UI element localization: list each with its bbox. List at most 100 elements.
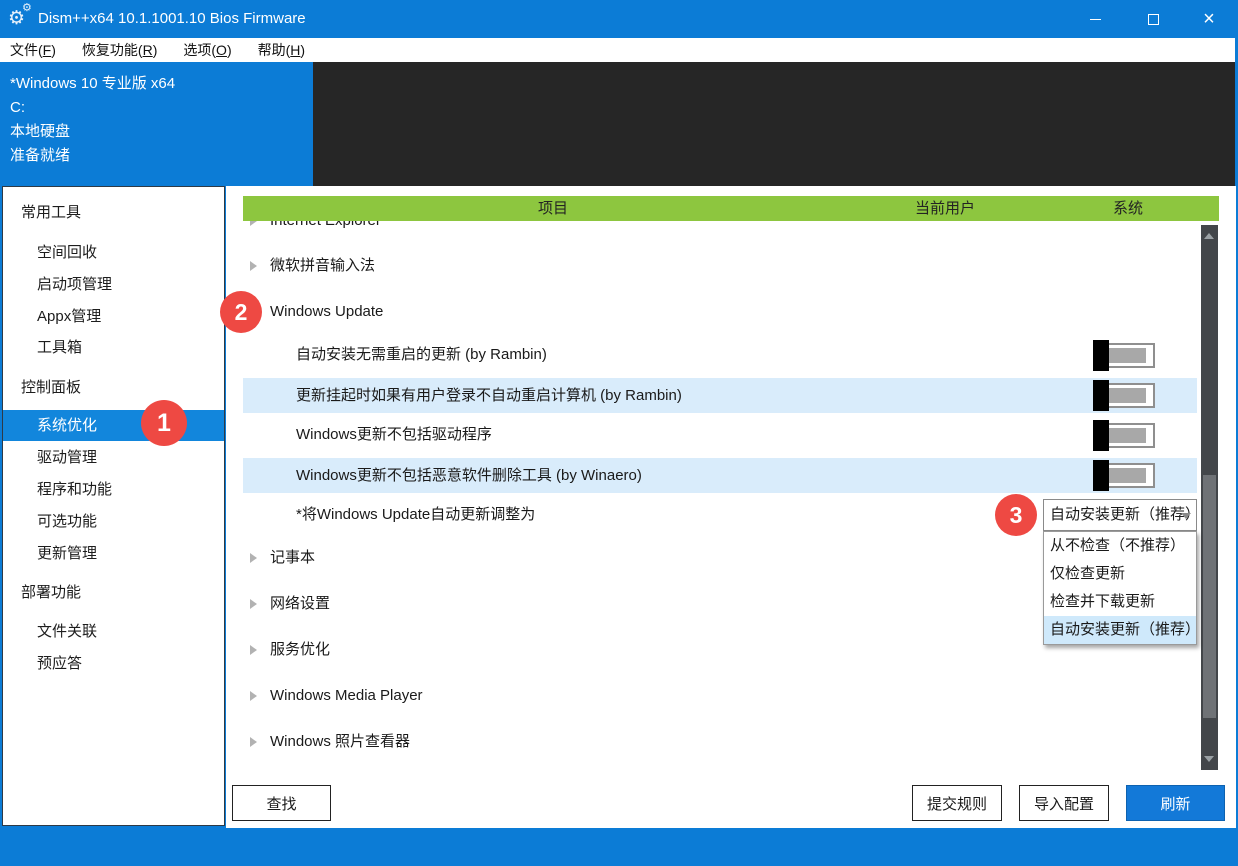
group-label: 服务优化 bbox=[270, 632, 330, 668]
expander-icon[interactable] bbox=[250, 737, 257, 747]
setting-row-update-mode[interactable]: *将Windows Update自动更新调整为 自动安装更新（推荐） bbox=[243, 497, 1197, 533]
drive-letter-label: C: bbox=[10, 96, 313, 120]
menu-accel: H bbox=[290, 42, 300, 58]
toggle-switch-off[interactable] bbox=[1093, 383, 1155, 408]
chevron-down-icon bbox=[1181, 513, 1191, 519]
toggle-knob bbox=[1093, 460, 1109, 491]
expander-icon[interactable] bbox=[250, 261, 257, 271]
expander-icon[interactable] bbox=[250, 645, 257, 655]
sidebar-item-startup-manager[interactable]: 启动项管理 bbox=[3, 271, 224, 299]
annotation-badge-1: 1 bbox=[141, 400, 187, 446]
group-label: Windows Media Player bbox=[270, 678, 423, 714]
menu-label: ) bbox=[300, 42, 305, 58]
column-header: 项目 当前用户 系统 bbox=[243, 196, 1219, 221]
session-status-label: 准备就绪 bbox=[10, 144, 313, 168]
drive-type-label: 本地硬盘 bbox=[10, 120, 313, 144]
toggle-knob bbox=[1093, 380, 1109, 411]
scroll-up-icon[interactable] bbox=[1204, 233, 1214, 239]
menu-label: ) bbox=[51, 42, 56, 58]
sidebar-item-unattend[interactable]: 预应答 bbox=[3, 650, 224, 678]
app-logo-icon: ⚙ ⚙ bbox=[8, 4, 36, 34]
expander-icon[interactable] bbox=[250, 691, 257, 701]
menu-label: ) bbox=[227, 42, 232, 58]
setting-label: Windows更新不包括驱动程序 bbox=[296, 417, 492, 453]
session-strip-background bbox=[313, 62, 1235, 186]
update-mode-combobox[interactable]: 自动安装更新（推荐） bbox=[1043, 499, 1197, 531]
sidebar-item-system-optimization[interactable]: 系统优化 bbox=[3, 410, 224, 441]
toggle-switch-off[interactable] bbox=[1093, 463, 1155, 488]
setting-row[interactable]: 自动安装无需重启的更新 (by Rambin) bbox=[243, 337, 1197, 373]
setting-label: 自动安装无需重启的更新 (by Rambin) bbox=[296, 337, 547, 373]
group-label: Windows 照片查看器 bbox=[270, 724, 410, 760]
minimize-icon bbox=[1090, 19, 1101, 20]
sidebar-item-appx-manager[interactable]: Appx管理 bbox=[3, 303, 224, 331]
maximize-button[interactable] bbox=[1130, 0, 1176, 38]
menu-label: ) bbox=[153, 42, 158, 58]
close-button[interactable]: × bbox=[1186, 0, 1232, 38]
sidebar: 常用工具 空间回收 启动项管理 Appx管理 工具箱 控制面板 系统优化 驱动管… bbox=[2, 186, 225, 826]
maximize-icon bbox=[1148, 14, 1159, 25]
dropdown-option-never-check[interactable]: 从不检查（不推荐） bbox=[1044, 532, 1196, 560]
menu-accel: O bbox=[216, 42, 227, 58]
sidebar-item-space-reclaim[interactable]: 空间回收 bbox=[3, 239, 224, 267]
column-system: 系统 bbox=[1113, 196, 1143, 221]
footer-strip bbox=[0, 828, 1238, 866]
tree-group-row-photo-viewer[interactable]: Windows 照片查看器 bbox=[243, 724, 1197, 760]
sidebar-group-control-panel: 控制面板 bbox=[21, 374, 81, 402]
setting-label: *将Windows Update自动更新调整为 bbox=[296, 497, 535, 533]
annotation-badge-3: 3 bbox=[995, 494, 1037, 536]
setting-row[interactable]: 更新挂起时如果有用户登录不自动重启计算机 (by Rambin) bbox=[243, 378, 1197, 413]
dropdown-option-check-download[interactable]: 检查并下载更新 bbox=[1044, 588, 1196, 616]
close-icon: × bbox=[1203, 0, 1215, 38]
menu-file[interactable]: 文件(F) bbox=[10, 40, 56, 60]
expander-icon[interactable] bbox=[250, 553, 257, 563]
refresh-button[interactable]: 刷新 bbox=[1126, 785, 1225, 821]
expander-icon[interactable] bbox=[250, 599, 257, 609]
gear-icon: ⚙ bbox=[22, 1, 32, 14]
minimize-button[interactable] bbox=[1072, 0, 1118, 38]
title-bar: ⚙ ⚙ Dism++x64 10.1.1001.10 Bios Firmware… bbox=[0, 0, 1238, 38]
sidebar-group-common-tools: 常用工具 bbox=[21, 199, 81, 227]
tree-group-row-pinyin[interactable]: 微软拼音输入法 bbox=[243, 248, 1197, 284]
sidebar-item-file-association[interactable]: 文件关联 bbox=[3, 618, 224, 646]
app-window: ⚙ ⚙ Dism++x64 10.1.1001.10 Bios Firmware… bbox=[0, 0, 1238, 866]
setting-label: Windows更新不包括恶意软件删除工具 (by Winaero) bbox=[296, 458, 642, 493]
window-title: Dism++x64 10.1.1001.10 Bios Firmware bbox=[38, 0, 306, 38]
sidebar-item-programs-features[interactable]: 程序和功能 bbox=[3, 476, 224, 504]
toggle-switch-off[interactable] bbox=[1093, 343, 1155, 368]
group-label: Windows Update bbox=[270, 294, 383, 330]
group-label: 记事本 bbox=[270, 540, 315, 576]
sidebar-item-optional-features[interactable]: 可选功能 bbox=[3, 508, 224, 536]
vertical-scrollbar[interactable] bbox=[1201, 225, 1218, 770]
setting-label: 更新挂起时如果有用户登录不自动重启计算机 (by Rambin) bbox=[296, 378, 682, 413]
tree-group-row-wmp[interactable]: Windows Media Player bbox=[243, 678, 1197, 714]
group-label: 网络设置 bbox=[270, 586, 330, 622]
submit-rule-button[interactable]: 提交规则 bbox=[912, 785, 1002, 821]
annotation-badge-2: 2 bbox=[220, 291, 262, 333]
menu-recovery[interactable]: 恢复功能(R) bbox=[82, 40, 157, 60]
sidebar-item-toolbox[interactable]: 工具箱 bbox=[3, 334, 224, 362]
dropdown-option-auto-install[interactable]: 自动安装更新（推荐） bbox=[1044, 616, 1196, 644]
tree-group-row-windows-update[interactable]: Windows Update bbox=[243, 294, 1197, 330]
setting-row[interactable]: Windows更新不包括恶意软件删除工具 (by Winaero) bbox=[243, 458, 1197, 493]
scroll-down-icon[interactable] bbox=[1204, 756, 1214, 762]
dropdown-option-check-only[interactable]: 仅检查更新 bbox=[1044, 560, 1196, 588]
sidebar-item-driver-manager[interactable]: 驱动管理 bbox=[3, 444, 224, 472]
setting-row[interactable]: Windows更新不包括驱动程序 bbox=[243, 417, 1197, 453]
toggle-knob bbox=[1093, 340, 1109, 371]
menu-label: 帮助( bbox=[258, 42, 291, 58]
import-config-button[interactable]: 导入配置 bbox=[1019, 785, 1109, 821]
image-session-tile[interactable]: *Windows 10 专业版 x64 C: 本地硬盘 准备就绪 bbox=[0, 62, 313, 186]
toggle-switch-off[interactable] bbox=[1093, 423, 1155, 448]
menu-label: 选项( bbox=[183, 42, 216, 58]
content-panel: Internet Explorer 项目 当前用户 系统 微软拼音输入法 Win… bbox=[226, 186, 1236, 828]
scrollbar-thumb[interactable] bbox=[1203, 475, 1216, 718]
sidebar-item-update-manager[interactable]: 更新管理 bbox=[3, 540, 224, 568]
find-button[interactable]: 查找 bbox=[232, 785, 331, 821]
menu-help[interactable]: 帮助(H) bbox=[258, 40, 305, 60]
menu-options[interactable]: 选项(O) bbox=[183, 40, 231, 60]
os-edition-label: *Windows 10 专业版 x64 bbox=[10, 72, 313, 96]
menu-bar: 文件(F) 恢复功能(R) 选项(O) 帮助(H) bbox=[0, 38, 1235, 62]
update-mode-dropdown-list: 从不检查（不推荐） 仅检查更新 检查并下载更新 自动安装更新（推荐） bbox=[1043, 531, 1197, 645]
sidebar-group-deployment: 部署功能 bbox=[21, 579, 81, 607]
